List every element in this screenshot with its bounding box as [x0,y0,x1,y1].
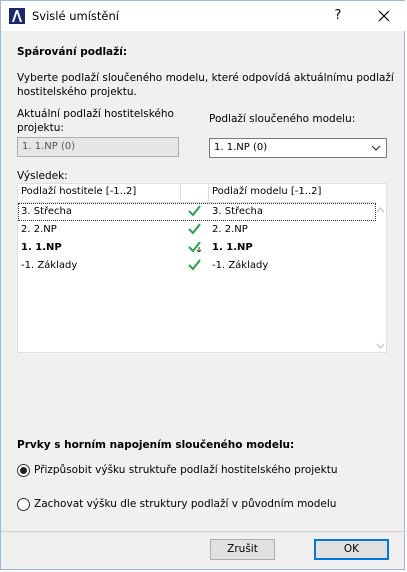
help-button[interactable]: ? [327,5,349,27]
checkmark-icon [188,259,201,271]
radio-adjust-height[interactable] [17,464,30,477]
table-header: Podlaží hostitele [-1..2] Podlaží modelu… [18,184,376,203]
table-row[interactable]: 1. 1.NP 1. 1.NP [18,239,376,257]
host-story-field: 1. 1.NP (0) [17,137,179,157]
model-story-cell: 1. 1.NP [212,242,253,253]
model-story-cell: -1. Základy [212,260,269,271]
model-story-select[interactable]: 1. 1.NP (0) [209,138,387,158]
radio-selected-dot [20,467,27,474]
pairing-heading: Spárování podlaží: [17,46,128,58]
checkmark-anchor-icon [188,241,202,253]
model-story-value: 1. 1.NP (0) [214,142,268,153]
column-host[interactable]: Podlaží hostitele [-1..2] [21,186,136,197]
column-divider [208,184,209,201]
result-table[interactable]: Podlaží hostitele [-1..2] Podlaží modelu… [17,183,387,353]
result-heading: Výsledek: [17,170,68,182]
column-model[interactable]: Podlaží modelu [-1..2] [212,186,321,197]
model-story-cell: 3. Střecha [212,206,263,217]
close-icon[interactable] [373,5,395,27]
host-story-cell: 3. Střecha [21,206,72,217]
table-row[interactable]: -1. Základy -1. Základy [18,257,376,275]
checkmark-icon [188,205,201,217]
footer-divider [1,531,406,532]
title-bar[interactable]: Svislé umístění ? [1,1,406,31]
dialog-window: Svislé umístění ? Spárování podlaží: Vyb… [0,0,406,570]
pairing-description: Vyberte podlaží sloučeného modelu, které… [17,72,394,98]
model-story-label: Podlaží sloučeného modelu: [209,113,356,125]
scroll-down-icon[interactable] [376,342,385,350]
radio-keep-height[interactable] [17,498,30,511]
chevron-down-icon [371,145,381,151]
checkmark-icon [188,223,201,235]
cancel-button[interactable]: Zrušit [210,539,275,560]
column-divider [180,184,181,201]
table-row[interactable]: 3. Střecha 3. Střecha [18,203,376,221]
scroll-up-icon[interactable] [376,206,385,214]
archicad-icon [9,8,25,24]
host-story-label: Aktuální podlaží hostitelského projektu: [17,108,174,134]
top-link-heading: Prvky s horním napojením sloučeného mode… [17,439,295,451]
host-story-cell: -1. Základy [21,260,78,271]
radio-adjust-height-label[interactable]: Přizpůsobit výšku struktuře podlaží host… [34,464,338,476]
ok-button[interactable]: OK [314,539,389,560]
host-story-cell: 1. 1.NP [21,242,62,253]
model-story-cell: 2. 2.NP [212,224,248,235]
window-title: Svislé umístění [32,9,119,23]
table-scrollbar[interactable] [375,202,386,352]
table-row[interactable]: 2. 2.NP 2. 2.NP [18,221,376,239]
host-story-cell: 2. 2.NP [21,224,57,235]
radio-keep-height-label[interactable]: Zachovat výšku dle struktury podlaží v p… [34,498,336,510]
